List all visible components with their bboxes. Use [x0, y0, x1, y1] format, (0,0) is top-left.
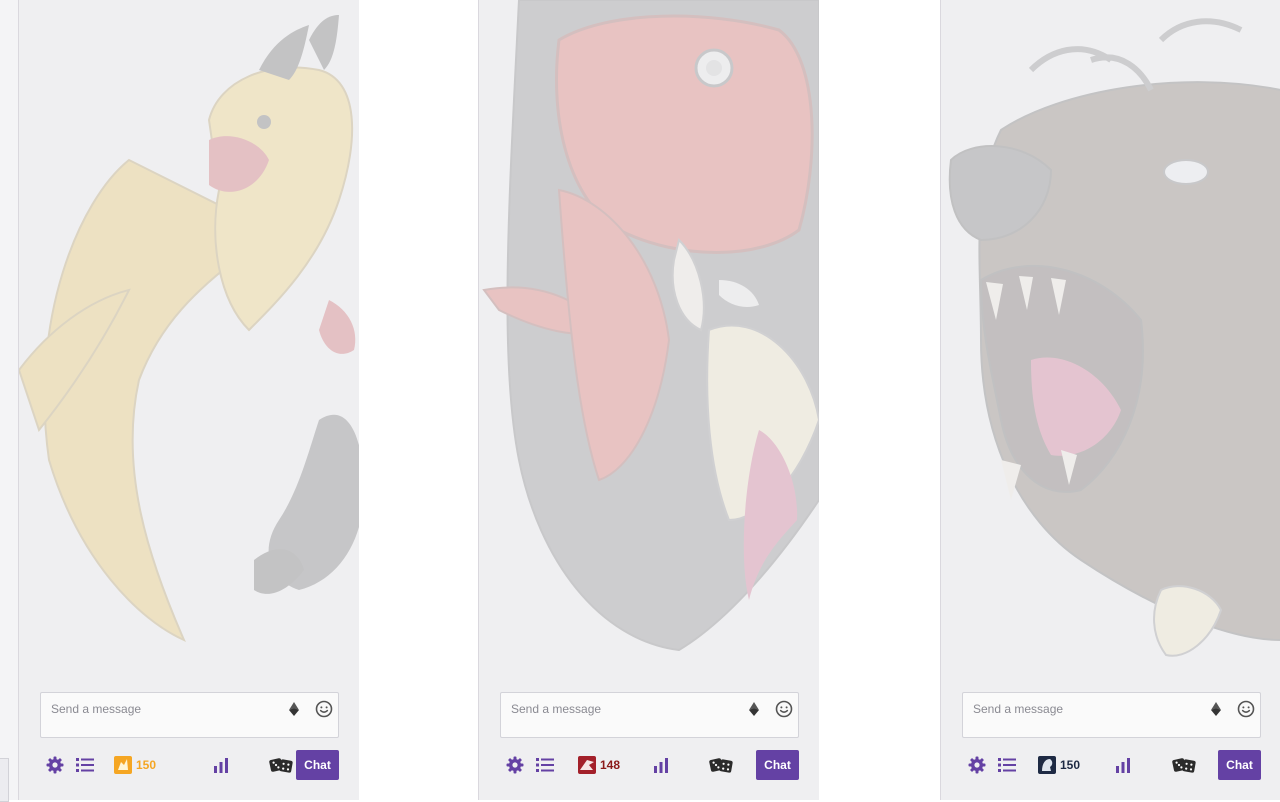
channel-points[interactable]: 150 — [1038, 750, 1080, 780]
dice-icon[interactable] — [268, 750, 294, 780]
message-input[interactable] — [511, 701, 721, 717]
chat-toolbar: 150 Chat — [962, 750, 1262, 780]
channel-points-value: 150 — [136, 758, 157, 772]
chat-send-button[interactable]: Chat — [756, 750, 799, 780]
smiley-icon[interactable] — [1236, 699, 1256, 719]
dice-icon[interactable] — [1171, 750, 1197, 780]
list-icon[interactable] — [74, 750, 96, 780]
channel-points[interactable]: 148 — [578, 750, 620, 780]
bits-icon[interactable] — [744, 699, 764, 719]
smiley-icon[interactable] — [314, 699, 334, 719]
griffin-illustration — [19, 0, 359, 690]
channel-points-value: 150 — [1060, 758, 1081, 772]
left-edge-panel — [0, 0, 19, 802]
bar-chart-icon[interactable] — [650, 750, 672, 780]
chat-send-button[interactable]: Chat — [1218, 750, 1261, 780]
scroll-handle[interactable] — [0, 758, 9, 802]
dragon-badge-icon — [578, 756, 596, 774]
chat-panel-dragon: 148 Chat — [478, 0, 819, 800]
list-icon[interactable] — [534, 750, 556, 780]
bar-chart-icon[interactable] — [210, 750, 232, 780]
smiley-icon[interactable] — [774, 699, 794, 719]
chat-toolbar: 148 Chat — [500, 750, 800, 780]
channel-points-value: 148 — [600, 758, 621, 772]
chat-panel-bear: 150 Chat — [940, 0, 1280, 800]
channel-points[interactable]: 150 — [114, 750, 156, 780]
chat-input-box[interactable] — [40, 692, 339, 738]
gear-icon[interactable] — [504, 750, 526, 780]
gear-icon[interactable] — [44, 750, 66, 780]
list-icon[interactable] — [996, 750, 1018, 780]
bits-icon[interactable] — [1206, 699, 1226, 719]
dragon-illustration — [479, 0, 819, 690]
chat-panel-griffin: 150 Chat — [18, 0, 359, 800]
griffin-badge-icon — [114, 756, 132, 774]
chat-input-box[interactable] — [962, 692, 1261, 738]
bear-illustration — [941, 0, 1280, 690]
bits-icon[interactable] — [284, 699, 304, 719]
chat-send-button[interactable]: Chat — [296, 750, 339, 780]
chat-toolbar: 150 Chat — [40, 750, 340, 780]
message-input[interactable] — [973, 701, 1183, 717]
dice-icon[interactable] — [708, 750, 734, 780]
message-input[interactable] — [51, 701, 261, 717]
bear-badge-icon — [1038, 756, 1056, 774]
gear-icon[interactable] — [966, 750, 988, 780]
bar-chart-icon[interactable] — [1112, 750, 1134, 780]
chat-input-box[interactable] — [500, 692, 799, 738]
